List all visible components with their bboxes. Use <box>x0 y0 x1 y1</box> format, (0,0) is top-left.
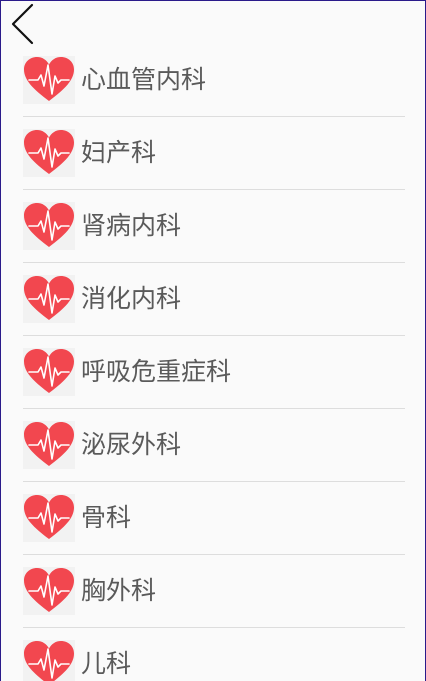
department-label: 泌尿外科 <box>81 430 182 459</box>
heart-pulse-icon <box>23 275 75 323</box>
department-item[interactable]: 泌尿外科 <box>23 409 405 482</box>
department-label: 妇产科 <box>81 138 157 167</box>
department-item[interactable]: 消化内科 <box>23 263 405 336</box>
department-item[interactable]: 儿科 <box>23 628 405 681</box>
department-item[interactable]: 呼吸危重症科 <box>23 336 405 409</box>
heart-pulse-icon <box>23 421 75 469</box>
department-item[interactable]: 肾病内科 <box>23 190 405 263</box>
department-item[interactable]: 心血管内科 <box>23 44 405 117</box>
heart-pulse-icon <box>23 494 75 542</box>
heart-pulse-icon <box>23 129 75 177</box>
department-label: 胸外科 <box>81 576 157 605</box>
heart-pulse-icon <box>23 567 75 615</box>
heart-pulse-icon <box>23 202 75 250</box>
department-label: 骨科 <box>81 503 132 532</box>
department-item[interactable]: 妇产科 <box>23 117 405 190</box>
department-item[interactable]: 胸外科 <box>23 555 405 628</box>
department-label: 呼吸危重症科 <box>81 357 232 386</box>
department-item[interactable]: 骨科 <box>23 482 405 555</box>
department-label: 肾病内科 <box>81 211 182 240</box>
heart-pulse-icon <box>23 348 75 396</box>
heart-pulse-icon <box>23 56 75 104</box>
department-list-screen: 心血管内科 妇产科 肾病内科 消化内科 呼吸危重症科 泌尿外科 骨科 胸外科 儿… <box>0 0 426 681</box>
department-list: 心血管内科 妇产科 肾病内科 消化内科 呼吸危重症科 泌尿外科 骨科 胸外科 儿… <box>23 44 405 681</box>
chevron-left-icon <box>11 3 34 45</box>
department-label: 心血管内科 <box>81 65 207 94</box>
back-button[interactable] <box>9 3 43 45</box>
department-label: 儿科 <box>81 649 132 678</box>
department-label: 消化内科 <box>81 284 182 313</box>
heart-pulse-icon <box>23 640 75 681</box>
